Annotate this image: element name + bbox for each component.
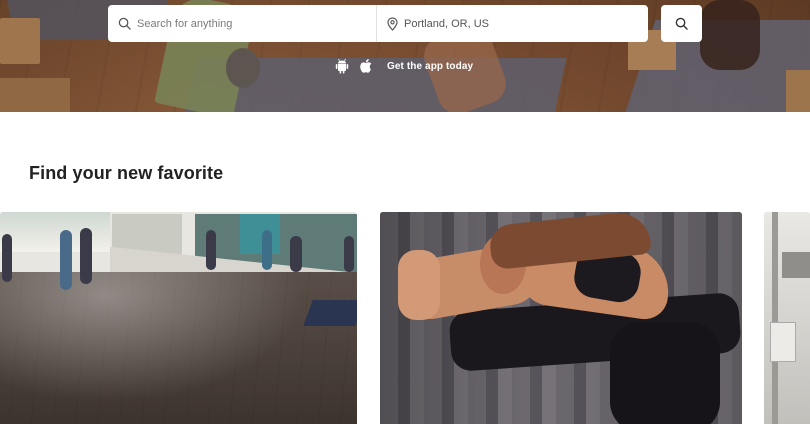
card-image-detail xyxy=(782,252,810,278)
search-where-field xyxy=(377,5,648,42)
card-image-detail xyxy=(240,214,280,254)
card-image-detail xyxy=(772,212,778,424)
get-app-link[interactable]: Get the app today xyxy=(387,61,473,72)
card-image-detail xyxy=(398,250,440,320)
search-button[interactable] xyxy=(661,5,702,42)
card-image-person xyxy=(80,228,92,284)
card-image-person xyxy=(60,230,72,290)
search-input[interactable] xyxy=(131,8,376,39)
search-bar xyxy=(108,5,648,42)
card-image-person xyxy=(344,236,354,272)
search-icon xyxy=(118,17,131,30)
stretching-card[interactable] xyxy=(380,212,742,424)
apple-icon[interactable] xyxy=(359,58,373,74)
android-icon[interactable] xyxy=(335,58,349,74)
get-app-row: Get the app today xyxy=(335,57,473,75)
card-image-detail xyxy=(770,322,796,362)
card-image-person xyxy=(290,236,302,272)
studio-card[interactable] xyxy=(0,212,357,424)
location-pin-icon xyxy=(387,16,398,31)
card-image-person xyxy=(206,230,216,270)
card-image-detail xyxy=(303,300,357,326)
card-image-detail xyxy=(0,212,110,252)
card-image-detail xyxy=(0,272,357,424)
card-image-person xyxy=(2,234,12,282)
search-what-field xyxy=(108,5,377,42)
card-image xyxy=(764,212,810,424)
card-image-person xyxy=(262,230,272,270)
section-title: Find your new favorite xyxy=(29,163,224,183)
studio-interior-card[interactable] xyxy=(764,212,810,424)
location-input[interactable] xyxy=(398,8,648,39)
card-image-detail xyxy=(610,322,720,424)
search-icon xyxy=(675,17,688,30)
